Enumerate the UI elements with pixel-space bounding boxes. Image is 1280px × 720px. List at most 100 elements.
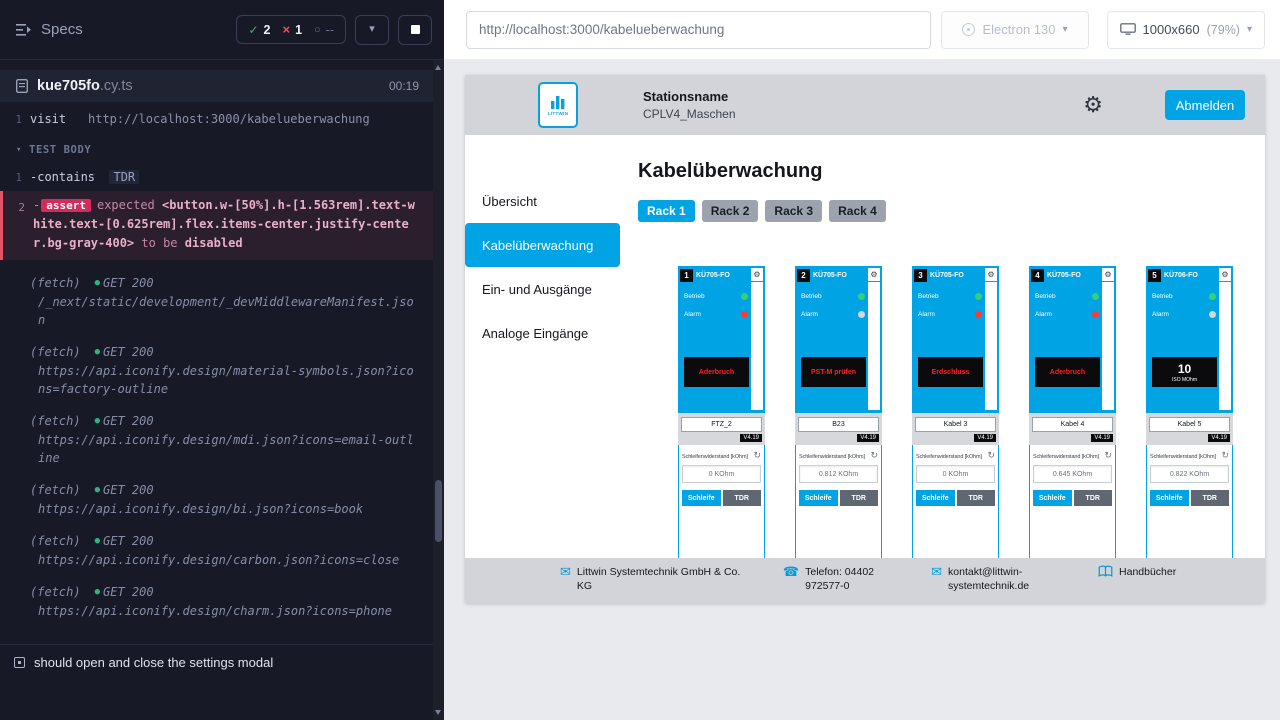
refresh-icon[interactable]: ↻	[870, 451, 878, 460]
card-number: 2	[797, 269, 810, 282]
alarm-label: Alarm	[918, 311, 935, 318]
refresh-icon[interactable]: ↻	[1221, 451, 1229, 460]
page-title: Kabelüberwachung	[638, 160, 1265, 183]
command-visit[interactable]: 1 visithttp://localhost:3000/kabelueberw…	[0, 110, 433, 129]
schleife-button[interactable]: Schleife	[1150, 490, 1189, 506]
card-number: 1	[680, 269, 693, 282]
chevron-down-icon: ▾	[16, 141, 22, 160]
browser-select[interactable]: Electron 130 ▾	[941, 11, 1089, 49]
network-log-entry[interactable]: (fetch) ● GET 200 /_next/static/developm…	[0, 274, 433, 329]
network-log-entry[interactable]: (fetch) ● GET 200 https://api.iconify.de…	[0, 583, 433, 620]
request-url: https://api.iconify.design/material-symb…	[0, 362, 433, 398]
sidebar-item-kabelueberwachung[interactable]: Kabelüberwachung	[465, 223, 620, 267]
station-name: CPLV4_Maschen	[643, 107, 736, 121]
footer-phone[interactable]: ☎ Telefon: 04402 972577-0	[783, 565, 893, 593]
tdr-button[interactable]: TDR	[723, 490, 762, 506]
chevron-down-icon: ▾	[1247, 24, 1252, 35]
schleife-button[interactable]: Schleife	[916, 490, 955, 506]
status-dot-icon: ●	[95, 532, 100, 551]
schleife-button[interactable]: Schleife	[682, 490, 721, 506]
alarm-led	[741, 311, 748, 318]
status-display: Aderbruch	[1035, 357, 1100, 387]
logout-button[interactable]: Abmelden	[1165, 90, 1245, 120]
runner-toolbar: Electron 130 ▾ 1000x660 (79%) ▾	[444, 0, 1280, 60]
card-settings-button[interactable]: ⚙	[1102, 268, 1114, 281]
tdr-button[interactable]: TDR	[840, 490, 879, 506]
firmware-version: V4.19	[1208, 434, 1230, 442]
network-log-entry[interactable]: (fetch) ● GET 200 https://api.iconify.de…	[0, 343, 433, 398]
card-settings-button[interactable]: ⚙	[868, 268, 880, 281]
network-log-entry[interactable]: (fetch) ● GET 200 https://api.iconify.de…	[0, 412, 433, 467]
card-number: 3	[914, 269, 927, 282]
request-url: /_next/static/development/_devMiddleware…	[0, 293, 433, 329]
footer-email[interactable]: ✉ kontakt@littwin-systemtechnik.de	[931, 565, 1060, 593]
status-dot-icon: ●	[95, 274, 100, 293]
test-body-section[interactable]: ▾ TEST BODY	[16, 141, 433, 160]
refresh-icon[interactable]: ↻	[753, 451, 761, 460]
settings-gear-icon[interactable]: ⚙	[1083, 94, 1103, 116]
refresh-icon[interactable]: ↻	[987, 451, 995, 460]
cypress-reporter-panel: Specs ✓ 2 × 1 ○ -- ▾	[0, 0, 444, 720]
alarm-led	[858, 311, 865, 318]
alarm-led	[1092, 311, 1099, 318]
refresh-icon[interactable]: ↻	[1104, 451, 1112, 460]
schleife-button[interactable]: Schleife	[799, 490, 838, 506]
card-model: KÜ705-FO	[930, 272, 964, 279]
device-cards: 1 KÜ705-FO ⚙ Betrieb Alarm Aderbruch	[678, 266, 1265, 558]
network-log-entry[interactable]: (fetch) ● GET 200 https://api.iconify.de…	[0, 532, 433, 569]
request-url: https://api.iconify.design/bi.json?icons…	[0, 500, 433, 518]
pending-test-row[interactable]: should open and close the settings modal	[0, 644, 433, 680]
cable-name: FTZ_2	[681, 417, 762, 432]
network-log-entry[interactable]: (fetch) ● GET 200 https://api.iconify.de…	[0, 481, 433, 518]
tab-rack-4[interactable]: Rack 4	[829, 200, 886, 222]
tab-rack-1[interactable]: Rack 1	[638, 200, 695, 222]
card-settings-button[interactable]: ⚙	[985, 268, 997, 281]
cross-icon: ×	[282, 22, 290, 37]
failed-assert-command[interactable]: 2 -assertexpected <button.w-[50%].h-[1.5…	[0, 191, 433, 260]
gear-icon: ⚙	[1221, 270, 1228, 279]
footer-manuals[interactable]: Handbücher	[1098, 565, 1176, 579]
tdr-button[interactable]: TDR	[957, 490, 996, 506]
betrieb-led	[741, 293, 748, 300]
tab-rack-3[interactable]: Rack 3	[765, 200, 822, 222]
sidebar-item-ein-und-ausgaenge[interactable]: Ein- und Ausgänge	[465, 267, 620, 311]
logo-buildings-icon	[550, 95, 566, 109]
spec-name: kue705fo.cy.ts	[37, 78, 133, 94]
gear-icon: ⚙	[987, 270, 994, 279]
schleife-button[interactable]: Schleife	[1033, 490, 1072, 506]
reporter-scrollbar[interactable]	[433, 60, 444, 720]
tdr-button[interactable]: TDR	[1191, 490, 1230, 506]
tab-rack-2[interactable]: Rack 2	[702, 200, 759, 222]
alarm-label: Alarm	[801, 311, 818, 318]
cable-name: B23	[798, 417, 879, 432]
footer-company: ✉ Littwin Systemtechnik GmbH & Co. KG	[560, 565, 745, 593]
test-stats: ✓ 2 × 1 ○ --	[236, 15, 346, 44]
phone-icon: ☎	[783, 565, 799, 578]
level-indicator	[751, 282, 763, 410]
stop-button[interactable]	[398, 15, 432, 45]
card-model: KÜ705-FO	[696, 272, 730, 279]
scrollbar-thumb[interactable]	[435, 480, 442, 542]
device-card: 1 KÜ705-FO ⚙ Betrieb Alarm Aderbruch	[678, 266, 765, 558]
level-indicator	[1102, 282, 1114, 410]
collapse-all-button[interactable]: ▾	[355, 15, 389, 45]
resistance-value: 0.812 KOhm	[799, 465, 878, 483]
level-indicator	[985, 282, 997, 410]
check-icon: ✓	[248, 23, 258, 37]
tdr-button[interactable]: TDR	[1074, 490, 1113, 506]
card-settings-button[interactable]: ⚙	[1219, 268, 1231, 281]
spec-header[interactable]: kue705fo.cy.ts 00:19	[0, 70, 433, 102]
viewport-icon	[1120, 23, 1136, 36]
alarm-led	[1209, 311, 1216, 318]
sidebar-item-uebersicht[interactable]: Übersicht	[465, 179, 620, 223]
url-input[interactable]	[466, 11, 931, 49]
betrieb-led	[1209, 293, 1216, 300]
command-contains[interactable]: 1 -contains TDR	[0, 168, 433, 187]
specs-menu-button[interactable]: Specs	[16, 21, 83, 38]
scroll-down-icon[interactable]	[435, 710, 441, 715]
card-settings-button[interactable]: ⚙	[751, 268, 763, 281]
card-number: 4	[1031, 269, 1044, 282]
scroll-up-icon[interactable]	[435, 65, 441, 70]
sidebar-item-analoge-eingaenge[interactable]: Analoge Eingänge	[465, 311, 620, 355]
viewport-select[interactable]: 1000x660 (79%) ▾	[1107, 11, 1266, 49]
